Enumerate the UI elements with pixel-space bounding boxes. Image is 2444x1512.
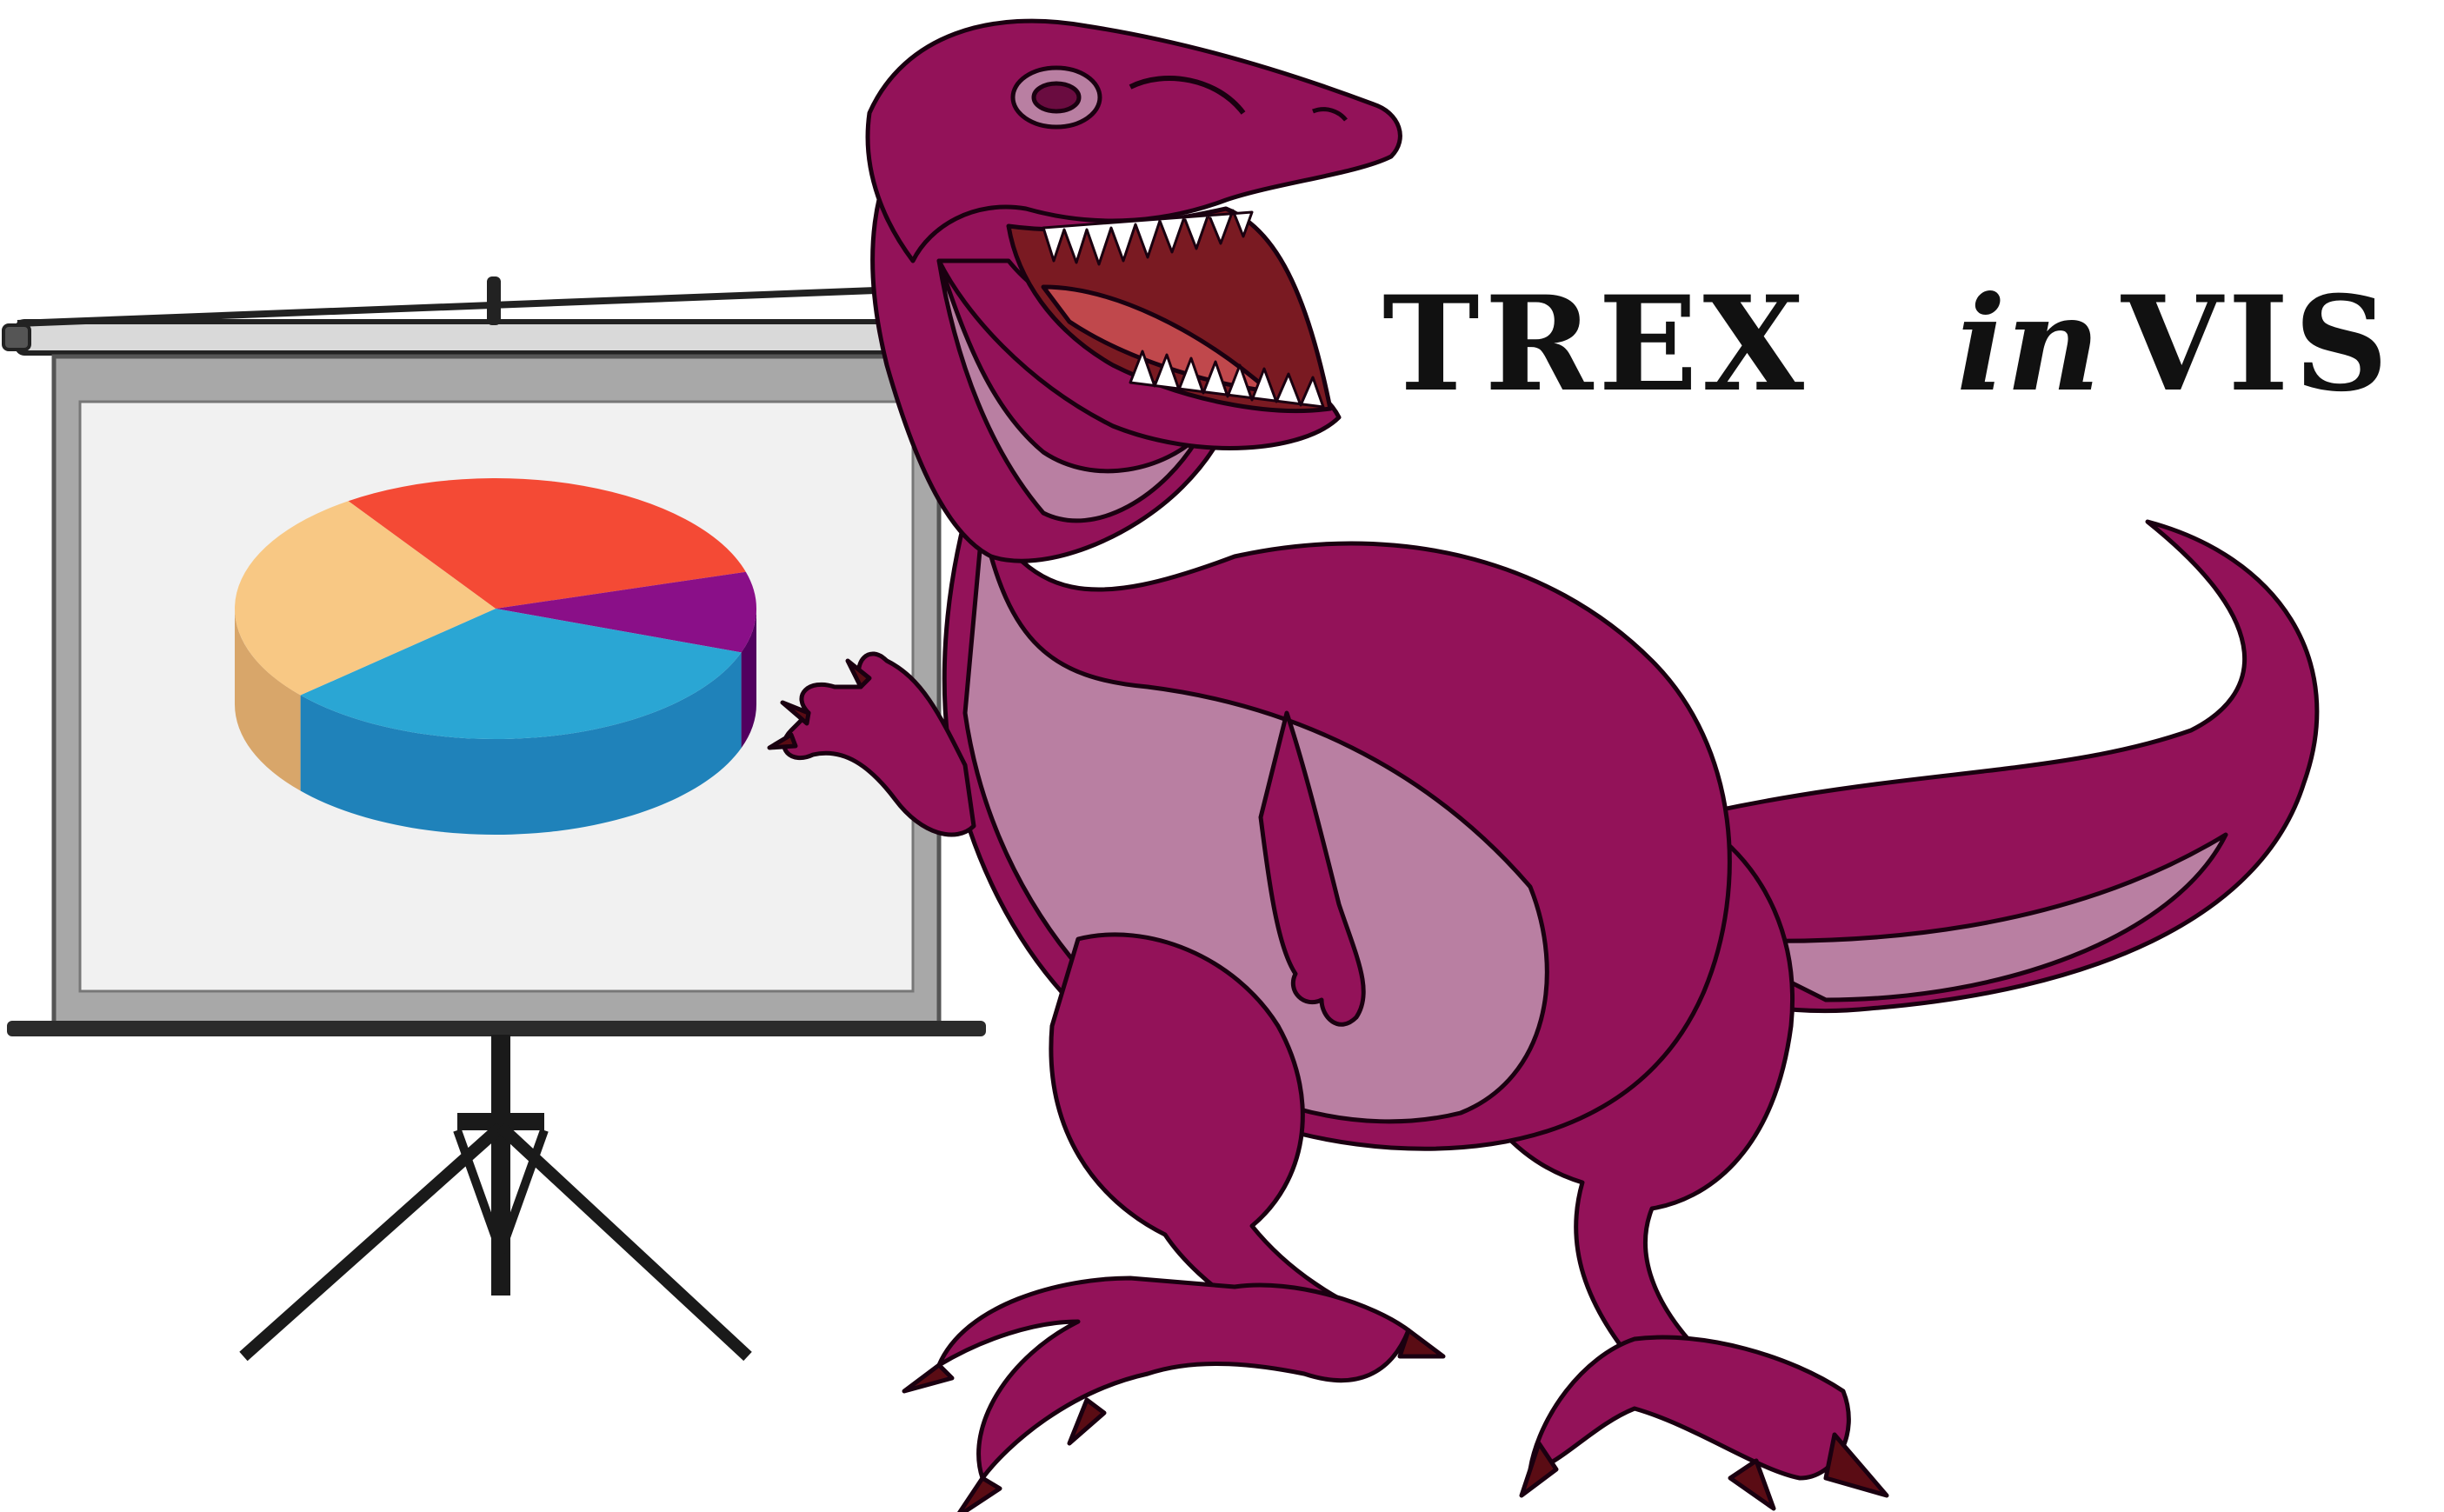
title: TREX in VIS: [1382, 268, 2394, 421]
title-word-trex: TREX: [1382, 268, 1809, 421]
pie-chart-3d-icon: [234, 478, 756, 835]
trex-dinosaur-icon: [767, 18, 2320, 1512]
scene: TREX in VIS: [2, 18, 2394, 1512]
title-word-in: in: [1956, 268, 2101, 421]
title-word-vis: VIS: [2121, 268, 2394, 421]
